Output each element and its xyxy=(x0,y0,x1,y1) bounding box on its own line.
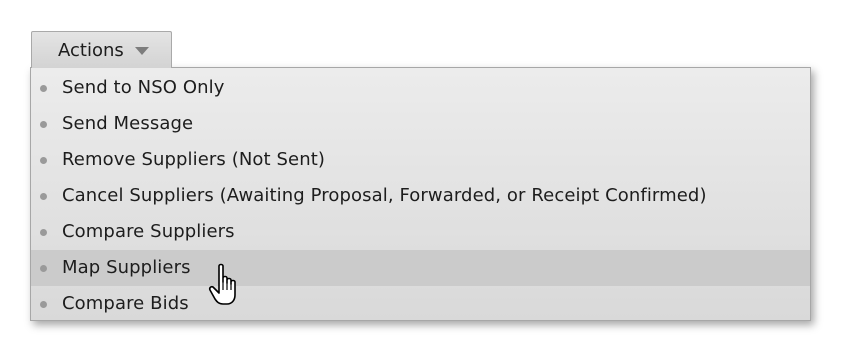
actions-button-label: Actions xyxy=(58,39,124,61)
menu-item-send-message[interactable]: Send Message xyxy=(31,106,810,142)
menu-item-label: Compare Suppliers xyxy=(62,221,235,242)
menu-item-map-suppliers[interactable]: Map Suppliers xyxy=(31,250,810,286)
bullet-icon xyxy=(40,301,47,308)
actions-button[interactable]: Actions xyxy=(31,31,172,68)
actions-dropdown-screen: Actions Send to NSO Only Send Message Re… xyxy=(0,0,841,352)
menu-item-cancel-suppliers[interactable]: Cancel Suppliers (Awaiting Proposal, For… xyxy=(31,178,810,214)
menu-item-label: Remove Suppliers (Not Sent) xyxy=(62,149,325,170)
menu-item-compare-suppliers[interactable]: Compare Suppliers xyxy=(31,214,810,250)
menu-item-remove-suppliers[interactable]: Remove Suppliers (Not Sent) xyxy=(31,142,810,178)
menu-item-compare-bids[interactable]: Compare Bids xyxy=(31,286,810,322)
hand-pointer-icon xyxy=(208,263,236,305)
actions-menu: Send to NSO Only Send Message Remove Sup… xyxy=(30,67,811,321)
menu-item-send-to-nso-only[interactable]: Send to NSO Only xyxy=(31,70,810,106)
bullet-icon xyxy=(40,193,47,200)
menu-item-label: Send to NSO Only xyxy=(62,77,225,98)
bullet-icon xyxy=(40,85,47,92)
bullet-icon xyxy=(40,121,47,128)
menu-item-label: Send Message xyxy=(62,113,194,134)
bullet-icon xyxy=(40,265,47,272)
menu-item-label: Cancel Suppliers (Awaiting Proposal, For… xyxy=(62,185,707,206)
dropdown-arrow-icon xyxy=(134,46,149,55)
bullet-icon xyxy=(40,157,47,164)
menu-item-label: Map Suppliers xyxy=(62,257,191,278)
menu-item-label: Compare Bids xyxy=(62,293,189,314)
bullet-icon xyxy=(40,229,47,236)
